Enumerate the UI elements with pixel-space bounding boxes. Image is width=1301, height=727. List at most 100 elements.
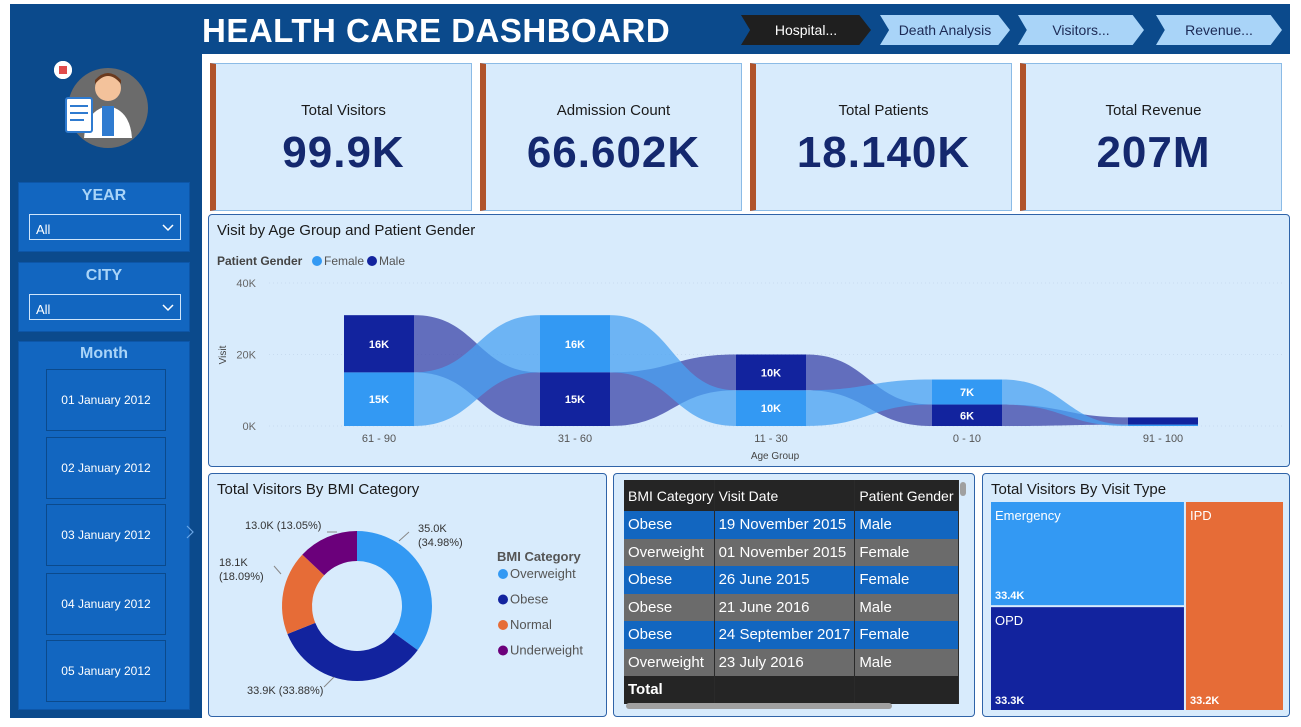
- kpi-value: 18.140K: [796, 128, 971, 177]
- tile-value: 33.3K: [995, 695, 1024, 707]
- legend-label: Female: [324, 254, 364, 268]
- table-cell: Male: [854, 511, 959, 539]
- kpi-value: 99.9K: [282, 128, 405, 177]
- legend-marker-male: [367, 256, 377, 266]
- legend-title: BMI Category: [497, 549, 582, 564]
- month-item[interactable]: 03 January 2012: [46, 504, 166, 566]
- table-row[interactable]: Obese 26 June 2015 Female: [624, 566, 959, 594]
- kpi-label: Total Patients: [838, 102, 929, 119]
- age-gender-ribbon-chart[interactable]: Patient Gender Female Male 40K 20K 0K Visit 15K…: [209, 215, 1291, 468]
- data-label: (34.98%): [418, 537, 463, 549]
- nav-hospital-button[interactable]: Hospital...: [741, 15, 871, 45]
- kpi-value: 207M: [1096, 128, 1211, 177]
- column-header[interactable]: Visit Date: [714, 480, 856, 511]
- year-dropdown[interactable]: All: [29, 214, 181, 240]
- bar-male: [1128, 417, 1198, 425]
- visit-type-treemap[interactable]: Emergency 33.4K OPD 33.3K IPD 33.2K: [983, 474, 1291, 718]
- y-tick-label: 0K: [243, 421, 257, 433]
- data-label: 33.9K (33.88%): [247, 685, 323, 697]
- column-header[interactable]: BMI Category: [624, 480, 715, 511]
- month-slicer-title: Month: [80, 345, 128, 362]
- page-title: HEALTH CARE DASHBOARD: [202, 12, 671, 49]
- table-cell: Overweight: [624, 648, 715, 676]
- legend-label: Underweight: [510, 643, 583, 658]
- vertical-scrollbar[interactable]: [960, 482, 966, 496]
- table-cell: Male: [854, 648, 959, 676]
- sidebar: YEAR All CITY All Month 01 January 2012 …: [10, 54, 202, 718]
- legend-marker: [498, 620, 508, 630]
- kpi-label: Total Visitors: [301, 102, 386, 119]
- data-label: 15K: [565, 394, 585, 406]
- legend-label: Male: [379, 254, 405, 268]
- y-axis-label: Visit: [218, 345, 229, 364]
- city-slicer: CITY All: [18, 262, 190, 332]
- table-cell: [714, 676, 856, 704]
- visit-type-treemap-panel: Total Visitors By Visit Type Emergency 33…: [982, 473, 1290, 717]
- chevron-down-icon: [162, 304, 174, 312]
- kpi-card-total-visitors: Total Visitors 99.9K: [210, 63, 472, 211]
- table-row[interactable]: Overweight 23 July 2016 Male: [624, 648, 959, 676]
- tile-value: 33.4K: [995, 590, 1024, 602]
- table-cell: Male: [854, 593, 959, 621]
- month-item[interactable]: 01 January 2012: [46, 369, 166, 431]
- tile-label: OPD: [995, 613, 1023, 628]
- table-row[interactable]: Overweight 01 November 2015 Female: [624, 538, 959, 566]
- total-label: Total: [624, 676, 715, 704]
- tile-label: Emergency: [995, 508, 1061, 523]
- bar-female: [1128, 424, 1198, 426]
- tile-value: 33.2K: [1190, 695, 1219, 707]
- table-cell: [854, 676, 959, 704]
- data-label: 10K: [761, 367, 781, 379]
- month-item[interactable]: 05 January 2012: [46, 640, 166, 702]
- data-label: 16K: [369, 339, 389, 351]
- legend-marker: [498, 594, 508, 605]
- header-bar: HEALTH CARE DASHBOARD Hospital... Death …: [10, 4, 1290, 54]
- kpi-card-admission-count: Admission Count 66.602K: [480, 63, 742, 211]
- x-tick-label: 11 - 30: [754, 433, 787, 445]
- city-slicer-title: CITY: [85, 267, 123, 284]
- x-axis-label: Age Group: [751, 451, 800, 462]
- table-cell: 23 July 2016: [714, 648, 856, 676]
- table-cell: 01 November 2015: [714, 538, 856, 566]
- y-tick-label: 20K: [236, 350, 256, 362]
- leader-line: [273, 565, 282, 575]
- data-label: 13.0K (13.05%): [245, 520, 321, 532]
- x-tick-label: 91 - 100: [1143, 433, 1183, 445]
- data-label: 10K: [761, 403, 781, 415]
- legend-marker: [498, 569, 508, 579]
- table-cell: 24 September 2017: [714, 621, 856, 649]
- doctor-logo-icon: [40, 58, 180, 178]
- legend-marker-female: [312, 256, 322, 266]
- month-item[interactable]: 04 January 2012: [46, 573, 166, 635]
- city-dropdown-value: All: [36, 302, 51, 317]
- chevron-right-icon[interactable]: [185, 524, 195, 540]
- nav-revenue-button[interactable]: Revenue...: [1156, 15, 1282, 45]
- table-row[interactable]: Obese 19 November 2015 Male: [624, 511, 959, 539]
- bmi-donut-chart[interactable]: 35.0K (34.98%) 33.9K (33.88%) 18.1K (18.09%)…: [209, 474, 608, 718]
- table-cell: Female: [854, 538, 959, 566]
- table-cell: Obese: [624, 621, 715, 649]
- age-gender-chart-panel: Visit by Age Group and Patient Gender Pa…: [208, 214, 1290, 467]
- x-tick-label: 0 - 10: [953, 433, 981, 445]
- treemap-tile: [1185, 502, 1283, 710]
- city-dropdown[interactable]: All: [29, 294, 181, 320]
- nav-death-analysis-button[interactable]: Death Analysis: [880, 15, 1010, 45]
- kpi-card-total-patients: Total Patients 18.140K: [750, 63, 1012, 211]
- year-slicer-title: YEAR: [81, 187, 127, 204]
- horizontal-scrollbar[interactable]: [626, 703, 892, 709]
- table-row[interactable]: Obese 24 September 2017 Female: [624, 621, 959, 649]
- nav-visitors-button[interactable]: Visitors...: [1018, 15, 1144, 45]
- bmi-donut-panel: Total Visitors By BMI Category 35.0K (34.…: [208, 473, 607, 717]
- kpi-label: Admission Count: [556, 102, 671, 119]
- data-label: 6K: [960, 410, 974, 422]
- column-header[interactable]: Patient Gender: [854, 480, 959, 511]
- legend-label: Normal: [510, 617, 552, 632]
- table-row[interactable]: Obese 21 June 2016 Male: [624, 593, 959, 621]
- bmi-table: BMI Category Visit Date Patient Gender O…: [624, 480, 959, 704]
- data-label: 18.1K: [219, 557, 248, 569]
- month-item[interactable]: 02 January 2012: [46, 437, 166, 499]
- table-cell: 26 June 2015: [714, 566, 856, 594]
- legend-label: Overweight: [510, 566, 576, 581]
- data-label: 7K: [960, 387, 974, 399]
- kpi-label: Total Revenue: [1105, 102, 1202, 119]
